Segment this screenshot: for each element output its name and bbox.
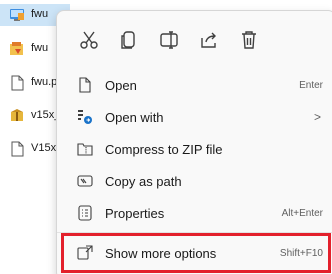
package-icon [9,108,26,124]
menu-toolbar [57,11,332,67]
installer-icon [9,7,26,23]
archive-icon [9,41,26,57]
menu-item-label: Copy as path [105,174,182,189]
menu-item-label: Properties [105,206,165,221]
menu-item-label: Open with [105,110,164,125]
open-with-icon [77,109,93,125]
menu-item-open[interactable]: Open Enter [63,70,329,100]
trash-icon[interactable] [238,29,260,51]
file-name: fwu [31,42,49,54]
copy-path-icon [77,173,93,189]
menu-item-copy-as-path[interactable]: Copy as path [63,166,329,196]
highlight-annotation [61,233,331,273]
menu-item-properties[interactable]: Properties Alt+Enter [63,198,329,228]
file-name: fwu [31,8,49,20]
share-icon[interactable] [198,29,220,51]
document-icon [9,141,26,157]
menu-item-shortcut: Enter [299,80,323,91]
menu-item-label: Open [105,78,137,93]
document-icon [9,75,26,91]
chevron-right-icon: > [313,110,321,124]
cut-icon[interactable] [78,29,100,51]
copy-icon[interactable] [118,29,140,51]
zip-folder-icon [77,141,93,157]
menu-item-label: Compress to ZIP file [105,142,223,157]
open-file-icon [77,77,93,93]
menu-item-shortcut: Alt+Enter [281,208,323,219]
context-menu: Open Enter Open with > Compress to ZIP f… [56,10,332,274]
menu-item-open-with[interactable]: Open with > [63,102,329,132]
rename-icon[interactable] [158,29,180,51]
properties-icon [77,205,93,221]
file-name: fwu.p [31,76,58,88]
menu-item-compress-zip[interactable]: Compress to ZIP file [63,134,329,164]
